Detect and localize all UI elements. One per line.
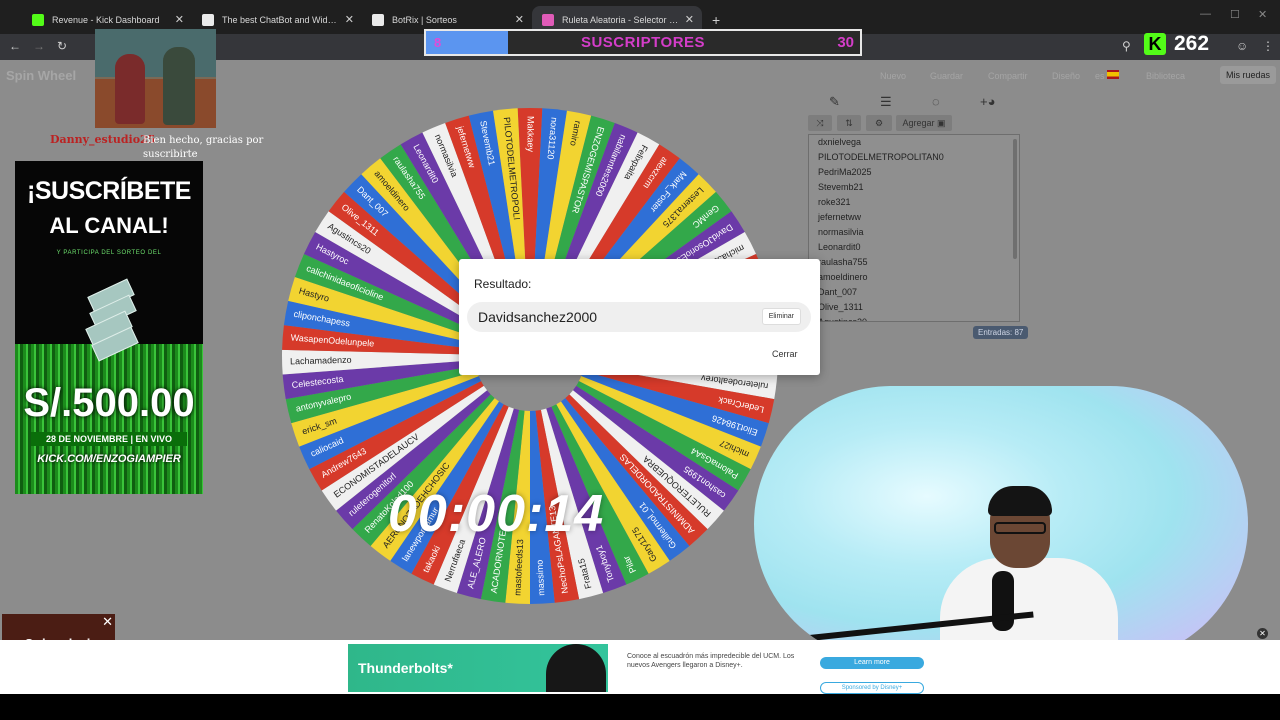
entry-row[interactable]: amoeldinero	[809, 270, 1019, 285]
video-sofa	[95, 79, 216, 128]
money-icon	[85, 278, 139, 362]
tab-favicon-icon	[32, 14, 44, 26]
goal-label: SUSCRIPTORES	[580, 34, 706, 51]
entries-count-badge: Entradas: 87	[973, 326, 1029, 339]
subscriber-goal-bar: 8 SUSCRIPTORES 30	[424, 29, 862, 56]
entry-row[interactable]: Dant_007	[809, 285, 1019, 300]
ad-learn-more-button[interactable]: Learn more	[820, 657, 924, 669]
window-close-icon[interactable]: ✕	[1258, 8, 1267, 21]
nav-share[interactable]: Compartir	[988, 71, 1028, 81]
entry-row[interactable]: Leonardit0	[809, 240, 1019, 255]
video-background	[95, 29, 216, 77]
tab-close-icon[interactable]: ✕	[345, 6, 354, 34]
zoom-icon[interactable]: ⚲	[1122, 39, 1131, 53]
profile-icon[interactable]: ☺	[1236, 39, 1248, 53]
entries-list[interactable]: dxnielvega PILOTODELMETROPOLITAN0 PedriMa2…	[808, 134, 1020, 322]
streamer-hair	[988, 486, 1052, 516]
remove-button[interactable]: Eliminar	[761, 308, 801, 325]
promo-prize: S/.500.00	[23, 381, 195, 425]
wheel-segment-label: massimo	[535, 560, 547, 596]
add-image-button[interactable]: Agregar ▣	[896, 115, 952, 131]
sort-button[interactable]: ⇅	[837, 115, 861, 131]
close-button[interactable]: Cerrar	[772, 349, 798, 359]
back-icon[interactable]: ←	[9, 39, 21, 53]
wheel-segment-label: Makkaey	[526, 116, 536, 153]
result-field: Davidsanchez2000 Eliminar	[467, 302, 811, 332]
nav-library[interactable]: Biblioteca	[1146, 71, 1185, 81]
video-person-left	[115, 54, 145, 124]
screen: Revenue - Kick Dashboard ✕ The best ChatBo…	[0, 0, 1280, 720]
wheel-segment-label: Lachamadenzo	[290, 355, 352, 367]
app-logo[interactable]: Spin Wheel	[6, 68, 76, 83]
tab-title: The best ChatBot and Widgets	[222, 15, 345, 25]
entry-row[interactable]: PILOTODELMETROPOLITAN0	[809, 150, 1019, 165]
shuffle-button[interactable]: ⤨	[808, 115, 832, 131]
tab-favicon-icon	[542, 14, 554, 26]
tab-favicon-icon	[372, 14, 384, 26]
settings-button[interactable]: ⚙	[866, 115, 892, 131]
entry-row[interactable]: jefernetww	[809, 210, 1019, 225]
tab-title: BotRix | Sorteos	[392, 15, 457, 25]
nav-new[interactable]: Nuevo	[880, 71, 906, 81]
entry-row[interactable]: dxnielvega	[809, 135, 1019, 150]
tab-title: Ruleta Aleatoria - Selector Pers	[562, 15, 688, 25]
giveaway-promo-panel: ¡SUSCRÍBETE AL CANAL! Y PARTICIPA DEL SO…	[15, 161, 203, 494]
entry-row[interactable]: roke321	[809, 195, 1019, 210]
promo-site: KICK.COM/ENZOGIAMPIER	[37, 453, 181, 465]
countdown-timer: 00:00:14	[388, 485, 605, 543]
close-clip-icon[interactable]: ✕	[102, 614, 113, 630]
menu-icon[interactable]: ⋮	[1262, 39, 1274, 53]
promo-date: 28 DE NOVIEMBRE | EN VIVO	[31, 432, 187, 446]
nav-language[interactable]: es	[1095, 71, 1105, 81]
alert-video	[95, 29, 216, 128]
entry-row[interactable]: Stevemb21	[809, 180, 1019, 195]
forward-icon[interactable]: →	[33, 39, 45, 53]
ad-sponsor-label: Sponsored by Disney+	[820, 682, 924, 694]
entry-row[interactable]: raulasha755	[809, 255, 1019, 270]
maximize-icon[interactable]: ☐	[1230, 8, 1240, 21]
letterbox-bottom	[0, 694, 1280, 720]
clipboard-icon[interactable]: ☰	[880, 94, 892, 110]
goal-target: 30	[837, 34, 854, 51]
ad-banner[interactable]: Thunderbolts* Conoce al escuadrón más im…	[0, 640, 1280, 694]
hide-eye-icon[interactable]: ◌	[932, 94, 940, 109]
ad-title: Thunderbolts*	[358, 660, 453, 676]
entry-row[interactable]: normasilvia	[809, 225, 1019, 240]
result-dialog: Resultado: Davidsanchez2000 Eliminar Cer…	[459, 259, 820, 375]
close-ad-icon[interactable]: ✕	[1257, 628, 1268, 639]
kick-logo: K	[1144, 33, 1166, 55]
pencil-icon[interactable]: ✎	[829, 94, 840, 110]
entry-row[interactable]: Olive_1311	[809, 300, 1019, 315]
entries-scrollbar[interactable]	[1013, 139, 1017, 259]
nav-design[interactable]: Diseño	[1052, 71, 1080, 81]
entry-row[interactable]: PedriMa2025	[809, 165, 1019, 180]
video-person-right	[163, 47, 195, 125]
add-label: Agregar	[902, 118, 935, 128]
kick-count: 262	[1174, 32, 1210, 55]
tab-title: Revenue - Kick Dashboard	[52, 15, 160, 25]
promo-subline: Y PARTICIPA DEL SORTEO DEL	[56, 250, 162, 256]
add-color-icon[interactable]: +◕	[980, 94, 995, 109]
spain-flag-icon	[1107, 70, 1119, 79]
promo-headline-2: AL CANAL!	[49, 213, 169, 238]
microphone	[992, 571, 1014, 631]
reload-icon[interactable]: ↻	[57, 39, 67, 53]
result-title: Resultado:	[474, 277, 532, 291]
result-value: Davidsanchez2000	[478, 309, 598, 325]
minimize-icon[interactable]: —	[1200, 8, 1211, 20]
my-wheels-button[interactable]: Mis ruedas	[1220, 66, 1277, 84]
ad-copy: Conoce al escuadrón más impredecible del…	[627, 653, 795, 669]
streamer-glasses	[994, 522, 1046, 534]
alert-username: Danny_estudio25	[50, 133, 156, 146]
alert-message: Bien hecho, gracias por suscribirte	[143, 135, 264, 160]
browser-tab[interactable]: The best ChatBot and Widgets ✕	[192, 6, 362, 34]
tab-favicon-icon	[202, 14, 214, 26]
promo-headline-1: ¡SUSCRÍBETE	[27, 177, 191, 205]
nav-save[interactable]: Guardar	[930, 71, 963, 81]
kick-follower-counter: K 262	[1144, 31, 1209, 57]
entries-rows: dxnielvega PILOTODELMETROPOLITAN0 PedriMa2…	[809, 135, 1019, 321]
streamer-webcam	[754, 386, 1248, 662]
entry-row[interactable]: Agustincs20	[809, 315, 1019, 321]
